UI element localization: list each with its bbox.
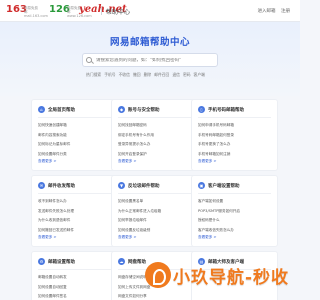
card-link[interactable]: 如何设置黑名单 (118, 197, 161, 207)
hot-tag[interactable]: 客户端 (194, 72, 205, 78)
card-link[interactable]: 邮箱设置自动转发 (38, 273, 67, 283)
hot-tag[interactable]: 删除 (144, 72, 152, 78)
card-divider (198, 117, 271, 118)
watermark-text: 小玖导航-秒收 (173, 267, 290, 288)
top-links: 进入邮箱 注册 (254, 8, 290, 14)
page-title: 网易邮箱帮助中心 (109, 37, 190, 48)
card-link[interactable]: 手机号更换了怎么办 (198, 140, 234, 150)
card-link[interactable]: 如何快速创建邮箱 (38, 121, 70, 131)
help-card[interactable]: ⚙ 邮箱设置帮助 邮箱设置自动转发 如何设置自动回复 如何设置邮件签名 (31, 251, 118, 300)
card-divider (118, 193, 191, 194)
card-title: 网盘帮助 (128, 259, 146, 265)
card-link[interactable]: 客户端如何设置 (198, 197, 240, 207)
hot-tag[interactable]: 密码 (183, 72, 191, 78)
hot-search-tags: 热门搜索 手机号 不收信 撤回 删除 邮件召回 退信 密码 客户端 (86, 72, 205, 78)
gear-icon: ⚙ (38, 258, 45, 265)
card-title: 邮件收发帮助 (48, 183, 75, 189)
card-link[interactable]: 如何找回邮箱密码 (118, 121, 154, 131)
help-card[interactable]: ▼ 反垃圾邮件帮助 如何设置黑名单 为什么正常邮件进入垃圾箱 如何举报垃圾邮件 如… (111, 175, 198, 247)
card-link[interactable]: 邮件内容搜索功能 (38, 131, 70, 141)
card-link[interactable]: 授权码是什么 (198, 216, 240, 226)
hot-tag: 热门搜索 (86, 72, 102, 77)
help-card[interactable]: ⌂ 全局首页帮助 如何快速创建邮箱 邮件内容搜索功能 如何标记为星标邮件 如何设置… (31, 99, 118, 171)
hot-tag[interactable]: 撤回 (133, 72, 141, 78)
view-more-link[interactable]: 查看更多 > (198, 159, 217, 164)
mail-icon: ✉ (38, 182, 45, 189)
watermark-logo-icon (145, 262, 171, 288)
card-link[interactable]: 手机号邮箱如何注销 (198, 150, 234, 160)
card-link[interactable]: 登录异常提示怎么办 (118, 140, 154, 150)
card-title: 邮箱设置帮助 (48, 259, 75, 265)
cloud-icon: ☁ (118, 258, 125, 265)
help-card[interactable]: ◆ 账号与安全帮助 如何找回邮箱密码 绑定手机号有什么作用 登录异常提示怎么办 如… (111, 99, 198, 171)
card-link[interactable]: 如何开启登录保护 (118, 150, 154, 160)
view-more-link[interactable]: 查看更多 > (118, 159, 137, 164)
card-link[interactable]: 手机号码邮箱如何登录 (198, 131, 234, 141)
top-bar: 163 网易免费邮 mail.163.com 126 网易免费邮 www.126… (0, 0, 300, 22)
help-card[interactable]: ✉ 邮件收发帮助 收不到邮件怎么办 发送邮件失败怎么处理 为什么收到退信邮件 如何… (31, 175, 118, 247)
phone-icon: ▯ (198, 106, 205, 113)
search-box[interactable] (82, 53, 218, 67)
help-card[interactable]: ▣ 客户端设置帮助 客户端如何设置 POP3/SMTP服务如何开启 授权码是什么 … (191, 175, 278, 247)
brand-163-subtitle: 网易免费邮 mail.163.com (24, 6, 48, 18)
card-divider (118, 117, 191, 118)
card-link[interactable]: 收不到邮件怎么办 (38, 197, 74, 207)
card-link[interactable]: 客户端收信失败怎么办 (198, 226, 240, 236)
card-link[interactable]: 发送邮件失败怎么处理 (38, 207, 74, 217)
view-more-link[interactable]: 查看更多 > (118, 235, 137, 240)
card-divider (38, 193, 111, 194)
card-link[interactable]: 如何设置邮件分类 (38, 150, 70, 160)
search-icon[interactable] (86, 57, 92, 63)
hot-tag[interactable]: 邮件召回 (154, 72, 169, 78)
search-input[interactable] (96, 57, 216, 63)
login-link[interactable]: 进入邮箱 (258, 9, 276, 14)
filter-icon: ▼ (118, 182, 125, 189)
card-title: 全局首页帮助 (48, 107, 75, 113)
card-link[interactable]: 如何申请手机号码邮箱 (198, 121, 234, 131)
register-link[interactable]: 注册 (281, 9, 290, 14)
card-divider (38, 117, 111, 118)
card-link[interactable]: 如何标记为星标邮件 (38, 140, 70, 150)
card-link[interactable]: POP3/SMTP服务如何开启 (198, 207, 240, 217)
card-title: 账号与安全帮助 (128, 107, 160, 113)
card-link[interactable]: 绑定手机号有什么作用 (118, 131, 154, 141)
watermark-banner: 小玖导航-秒收 (145, 258, 293, 292)
card-link[interactable]: 如何设置邮件签名 (38, 292, 67, 300)
card-link[interactable]: 如何设置自动回复 (38, 283, 67, 293)
card-title: 客户端设置帮助 (208, 183, 240, 189)
home-icon: ⌂ (38, 106, 45, 113)
shield-icon: ◆ (118, 106, 125, 113)
hot-tag[interactable]: 不收信 (119, 72, 130, 78)
card-link[interactable]: 为什么收到退信邮件 (38, 216, 74, 226)
card-link[interactable]: 如何举报垃圾邮件 (118, 216, 161, 226)
view-more-link[interactable]: 查看更多 > (198, 235, 217, 240)
client-icon: ▣ (198, 182, 205, 189)
card-title: 手机号码邮箱帮助 (208, 107, 244, 113)
hot-tag[interactable]: 手机号 (104, 72, 115, 78)
card-link[interactable]: 网盘文件如何分享 (118, 292, 150, 300)
card-divider (198, 193, 271, 194)
card-link[interactable]: 为什么正常邮件进入垃圾箱 (118, 207, 161, 217)
card-link[interactable]: 如何设置反垃圾级别 (118, 226, 161, 236)
card-link[interactable]: 如何撤回已发送的邮件 (38, 226, 74, 236)
view-more-link[interactable]: 查看更多 > (38, 235, 57, 240)
view-more-link[interactable]: 查看更多 > (38, 159, 57, 164)
card-title: 反垃圾邮件帮助 (128, 183, 160, 189)
help-card[interactable]: ▯ 手机号码邮箱帮助 如何申请手机号码邮箱 手机号码邮箱如何登录 手机号更换了怎么… (191, 99, 278, 171)
help-center-title: 帮助中心 (106, 9, 131, 16)
card-divider (38, 269, 111, 270)
header-divider (101, 7, 102, 15)
hot-tag[interactable]: 退信 (172, 72, 180, 78)
